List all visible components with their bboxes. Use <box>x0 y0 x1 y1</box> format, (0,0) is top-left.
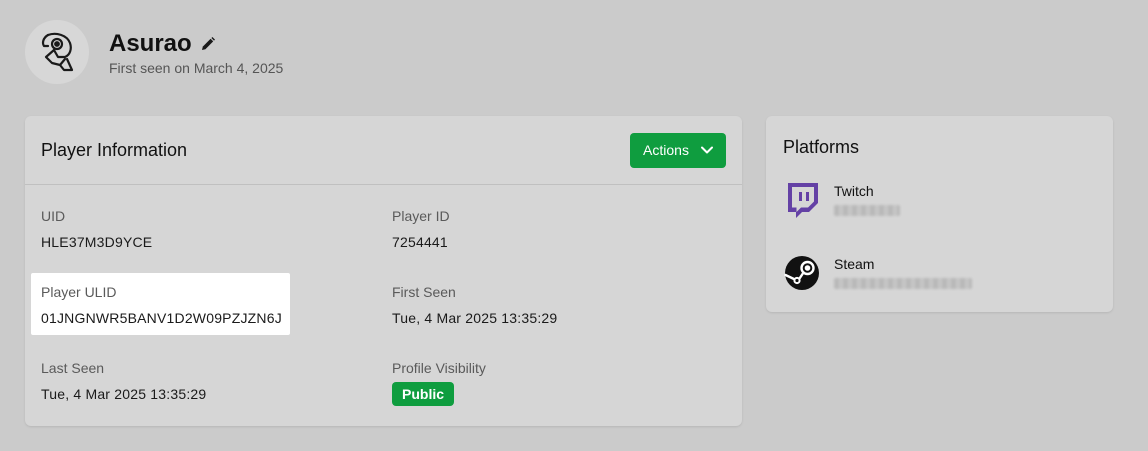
player-name-text: Asurao <box>109 30 192 57</box>
player-id-value: 7254441 <box>392 234 448 250</box>
player-ulid-label: Player ULID <box>41 284 117 300</box>
player-id-label: Player ID <box>392 208 450 224</box>
pencil-icon[interactable] <box>200 36 216 52</box>
last-seen-label: Last Seen <box>41 360 105 376</box>
twitch-icon <box>784 182 820 218</box>
steam-icon <box>784 255 820 291</box>
platform-name-twitch: Twitch <box>834 183 874 199</box>
platform-item-twitch[interactable]: Twitch <box>784 182 900 218</box>
first-seen-value: Tue, 4 Mar 2025 13:35:29 <box>392 310 558 326</box>
last-seen-value: Tue, 4 Mar 2025 13:35:29 <box>41 386 207 402</box>
platforms-title: Platforms <box>783 137 860 157</box>
platforms-card: Platforms Twitch Steam <box>766 116 1113 312</box>
uid-value: HLE37M3D9YCE <box>41 234 153 250</box>
uid-label: UID <box>41 208 66 224</box>
player-ulid-field: Player ULID 01JNGNWR5BANV1D2W09PZJZN6J <box>41 284 282 326</box>
avatar <box>25 20 89 84</box>
player-information-header: Player Information Actions <box>25 116 742 185</box>
redacted-steam-id <box>834 278 972 289</box>
player-ulid-value: 01JNGNWR5BANV1D2W09PZJZN6J <box>41 310 282 326</box>
parrot-avatar-icon <box>41 32 74 72</box>
platform-item-steam[interactable]: Steam <box>784 255 972 291</box>
player-information-title: Player Information <box>41 139 188 160</box>
uid-field: UID HLE37M3D9YCE <box>41 208 152 250</box>
first-seen-label: First Seen <box>392 284 456 300</box>
last-seen-field: Last Seen Tue, 4 Mar 2025 13:35:29 <box>41 360 206 402</box>
player-id-field: Player ID 7254441 <box>392 208 450 250</box>
player-name: Asurao <box>109 30 216 58</box>
profile-visibility-label: Profile Visibility <box>392 360 486 376</box>
visibility-status-badge: Public <box>392 382 455 406</box>
actions-dropdown-button[interactable]: Actions <box>630 132 726 168</box>
player-information-card: Player Information Actions UID HLE37M3D9… <box>25 116 742 426</box>
platform-name-steam: Steam <box>834 256 875 272</box>
profile-visibility-field: Profile Visibility Public <box>392 360 486 406</box>
chevron-down-icon <box>700 146 713 154</box>
first-seen-field: First Seen Tue, 4 Mar 2025 13:35:29 <box>392 284 557 326</box>
actions-button-label: Actions <box>643 142 689 158</box>
first-seen-subtitle: First seen on March 4, 2025 <box>109 60 284 76</box>
redacted-twitch-id <box>834 205 900 216</box>
